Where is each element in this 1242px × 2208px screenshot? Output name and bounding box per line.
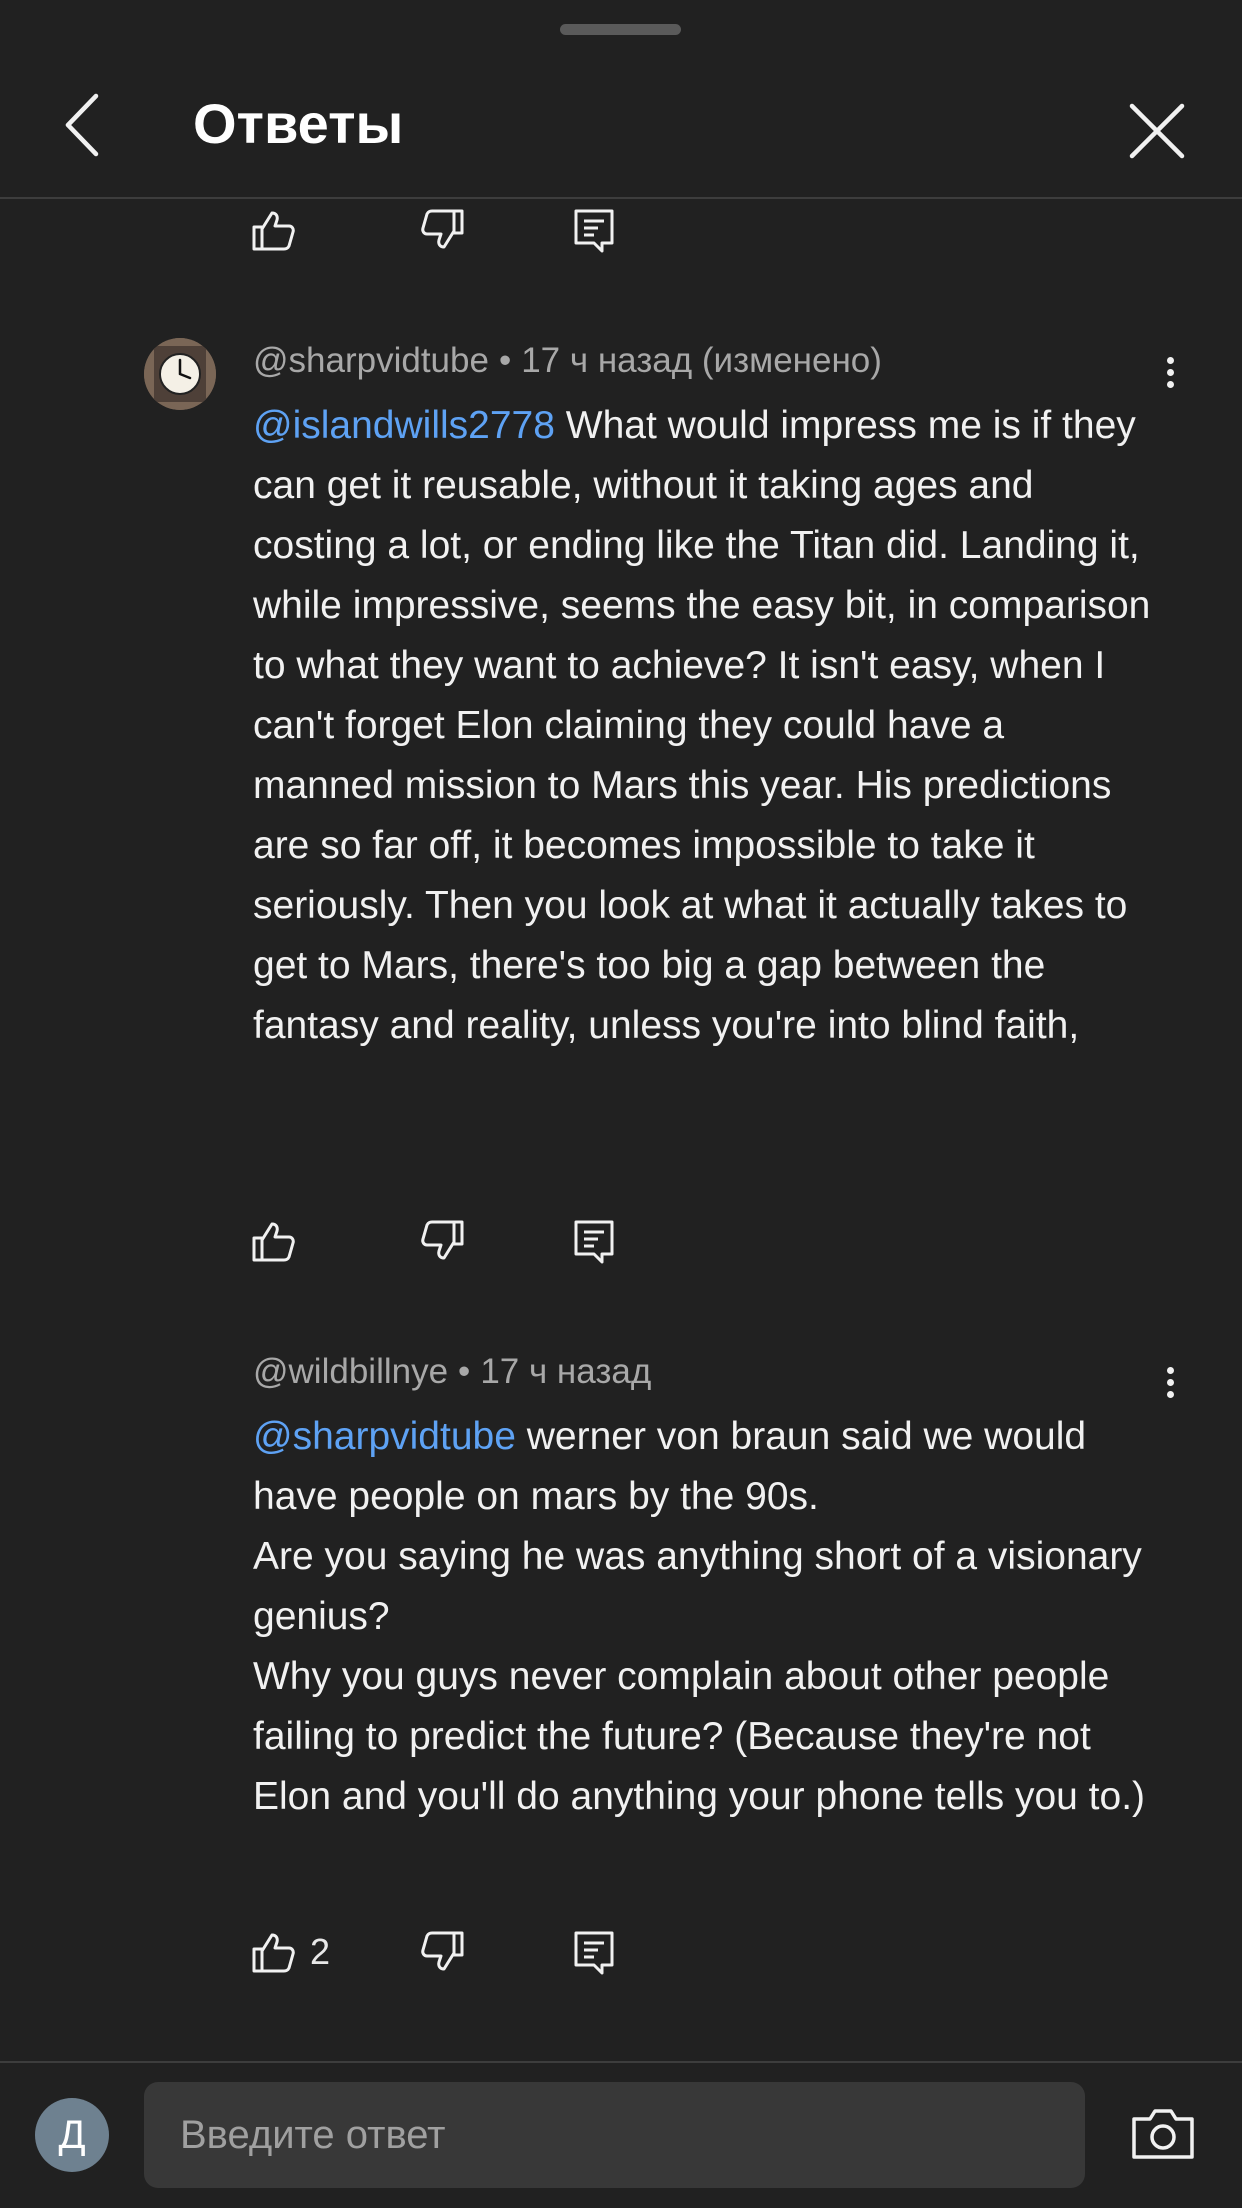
like-icon xyxy=(252,1222,295,1262)
comment-actions xyxy=(250,1215,750,1267)
comment-author[interactable]: @wildbillnye xyxy=(253,1352,448,1391)
dislike-button[interactable] xyxy=(420,1926,466,1978)
comment-body: werner von braun said we would have peop… xyxy=(253,1415,1146,1818)
like-button[interactable] xyxy=(250,1215,296,1267)
avatar[interactable] xyxy=(144,338,216,410)
comment-meta: @sharpvidtube • 17 ч назад (изменено) xyxy=(253,341,882,380)
composer-divider xyxy=(0,2061,1242,2063)
like-button[interactable]: 2 xyxy=(250,1926,330,1978)
like-button[interactable] xyxy=(250,204,296,256)
reply-icon xyxy=(574,209,614,253)
comment-time: 17 ч назад (изменено) xyxy=(521,341,882,380)
more-icon[interactable] xyxy=(1155,1362,1185,1412)
reply-comment: @wildbillnye • 17 ч назад @sharpvidtube we… xyxy=(253,1349,1153,1827)
comment-actions: 2 xyxy=(250,1926,750,1978)
comment-actions xyxy=(250,204,750,256)
header-divider xyxy=(0,197,1242,199)
reply-button[interactable] xyxy=(572,1215,618,1267)
comment-text: @islandwills2778 What would impress me i… xyxy=(253,396,1153,1056)
dislike-button[interactable] xyxy=(420,204,466,256)
comment-meta: @wildbillnye • 17 ч назад xyxy=(253,1352,652,1391)
like-icon xyxy=(252,1933,295,1973)
back-icon[interactable] xyxy=(52,90,122,160)
dislike-icon xyxy=(421,209,464,249)
comment-time: 17 ч назад xyxy=(480,1352,652,1391)
dislike-icon xyxy=(421,1220,464,1260)
reply-button[interactable] xyxy=(572,204,618,256)
comment-body: What would impress me is if they can get… xyxy=(253,404,1162,1047)
reply-icon xyxy=(574,1931,614,1975)
page-title: Ответы xyxy=(193,92,404,155)
dislike-icon xyxy=(421,1931,464,1971)
user-avatar: Д xyxy=(35,2098,109,2172)
more-icon[interactable] xyxy=(1155,352,1185,402)
reply-input[interactable]: Введите ответ xyxy=(144,2082,1085,2188)
drag-handle[interactable] xyxy=(560,24,681,35)
reply-comment: @sharpvidtube • 17 ч назад (изменено) @isl… xyxy=(253,338,1153,1056)
reply-button[interactable] xyxy=(572,1926,618,1978)
clock-avatar-image xyxy=(144,338,216,410)
mention-link[interactable]: @sharpvidtube xyxy=(253,1415,516,1458)
dislike-button[interactable] xyxy=(420,1215,466,1267)
reply-icon xyxy=(574,1220,614,1264)
camera-icon[interactable] xyxy=(1130,2105,1196,2161)
comment-text: @sharpvidtube werner von braun said we w… xyxy=(253,1407,1153,1827)
close-icon[interactable] xyxy=(1122,96,1192,166)
header: Ответы xyxy=(0,60,1242,196)
comment-author[interactable]: @sharpvidtube xyxy=(253,341,489,380)
like-count: 2 xyxy=(310,1931,331,1972)
mention-link[interactable]: @islandwills2778 xyxy=(253,404,555,447)
like-icon xyxy=(252,211,295,251)
